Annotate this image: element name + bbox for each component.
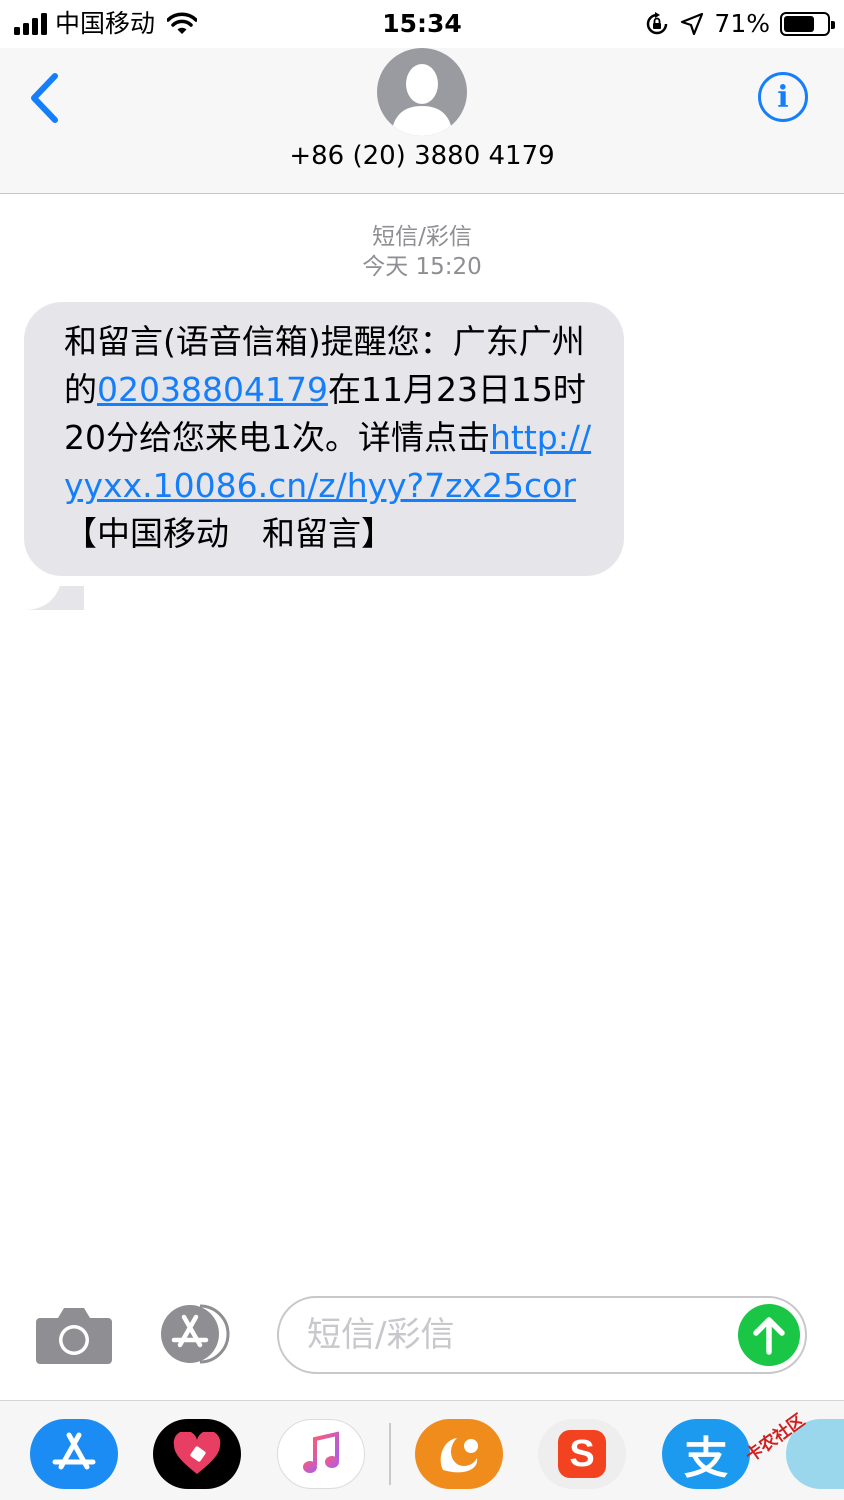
contact-avatar[interactable] [377,48,467,136]
orientation-lock-icon [647,12,668,35]
info-button[interactable]: i [758,72,808,122]
status-right: 71% [644,8,835,40]
message-text-part3: 【中国移动 和留言】 [64,514,394,553]
message-bubble-wrapper: 和留言(语音信箱)提醒您：广东广州的02038804179在11月23日15时2… [24,302,624,610]
battery-icon [780,12,835,36]
phone-link[interactable]: 02038804179 [97,370,328,409]
alipay-icon[interactable]: 支 [662,1419,750,1489]
battery-percent: 71% [714,9,770,38]
person-silhouette-icon [391,64,453,136]
battery-fill [784,16,814,32]
status-bar: 中国移动 15:34 71% [0,0,844,48]
drawer-divider [389,1423,391,1485]
sogou-glyph: S [558,1430,606,1478]
app-store-icon[interactable] [156,1304,240,1364]
message-bubble[interactable]: 和留言(语音信箱)提醒您：广东广州的02038804179在11月23日15时2… [24,302,624,576]
squirrel-glyph [440,1438,478,1473]
location-icon [681,12,704,36]
contact-name[interactable]: +86 (20) 3880 4179 [0,138,844,174]
app-store-icon[interactable] [30,1419,118,1489]
service-label: 短信/彩信 [372,224,472,250]
arrow-up-icon [753,1317,785,1355]
app-drawer: S 支 [0,1400,844,1500]
conversation-header: +86 (20) 3880 4179 i [0,48,844,194]
message-input[interactable]: 短信/彩信 [277,1296,807,1374]
send-button[interactable] [738,1304,800,1366]
music-icon[interactable] [277,1419,365,1489]
message-timestamp: 今天 15:20 [362,254,482,280]
uc-browser-icon[interactable] [415,1419,503,1489]
back-button[interactable] [24,72,64,124]
input-bar: 短信/彩信 [0,1288,844,1398]
app-store-glyph [52,1432,96,1470]
heart-app-icon[interactable] [153,1419,241,1489]
camera-icon[interactable] [36,1304,112,1364]
battery-cap [831,21,835,29]
heart-glyph [173,1432,221,1474]
chevron-left-icon [31,73,58,123]
music-note-glyph [303,1431,339,1473]
sogou-input-icon[interactable]: S [538,1419,626,1489]
